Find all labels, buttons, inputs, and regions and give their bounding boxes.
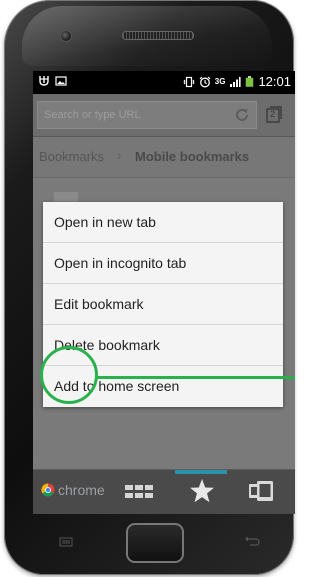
highlight-circle <box>40 346 98 404</box>
back-key-icon[interactable] <box>244 535 260 547</box>
status-right-icons: 3G 12:01 <box>183 74 291 89</box>
phone-frame: 3G 12:01 Search or type URL 2 Bookmarks … <box>4 0 295 575</box>
vibrate-icon <box>183 76 195 87</box>
breadcrumb: Bookmarks › Mobile bookmarks <box>33 137 295 178</box>
selected-tab-indicator <box>175 470 227 474</box>
url-input[interactable] <box>44 109 194 121</box>
toolbar: 2 <box>33 94 295 137</box>
omnibox[interactable] <box>37 101 257 129</box>
menu-item-edit-bookmark[interactable]: Edit bookmark <box>43 284 283 325</box>
tab-count: 2 <box>270 109 276 119</box>
menu-key-icon[interactable] <box>59 537 73 547</box>
bottom-toolbar: chrome <box>33 469 295 514</box>
screen: 3G 12:01 Search or type URL 2 Bookmarks … <box>33 71 295 514</box>
menu-item-open-incognito-tab[interactable]: Open in incognito tab <box>43 243 283 284</box>
status-bar: 3G 12:01 <box>33 71 295 94</box>
front-camera-icon <box>60 30 72 42</box>
image-notification-icon <box>55 76 67 86</box>
breadcrumb-mobile-bookmarks: Mobile bookmarks <box>135 149 250 164</box>
tab-switcher-button[interactable]: 2 <box>265 106 283 124</box>
clock: 12:01 <box>258 74 291 89</box>
network-type-label: 3G <box>214 76 226 86</box>
most-visited-grid-icon[interactable] <box>125 485 153 499</box>
signal-icon <box>230 76 242 87</box>
battery-icon <box>246 76 254 87</box>
highlight-pointer-line <box>97 376 295 379</box>
stage: 3G 12:01 Search or type URL 2 Bookmarks … <box>0 0 306 577</box>
menu-item-open-new-tab[interactable]: Open in new tab <box>43 202 283 243</box>
alarm-icon <box>199 76 211 87</box>
chrome-logo-icon <box>41 483 55 497</box>
other-devices-icon[interactable] <box>248 480 274 504</box>
breadcrumb-bookmarks[interactable]: Bookmarks <box>39 149 104 164</box>
earpiece-speaker <box>122 31 194 40</box>
usb-debug-icon <box>39 76 49 86</box>
reload-icon[interactable] <box>234 107 250 123</box>
chrome-wordmark: chrome <box>58 482 105 498</box>
status-left-icons <box>38 75 67 87</box>
bookmarks-star-icon[interactable] <box>189 478 215 504</box>
breadcrumb-separator: › <box>117 148 122 163</box>
home-button[interactable] <box>126 523 184 563</box>
